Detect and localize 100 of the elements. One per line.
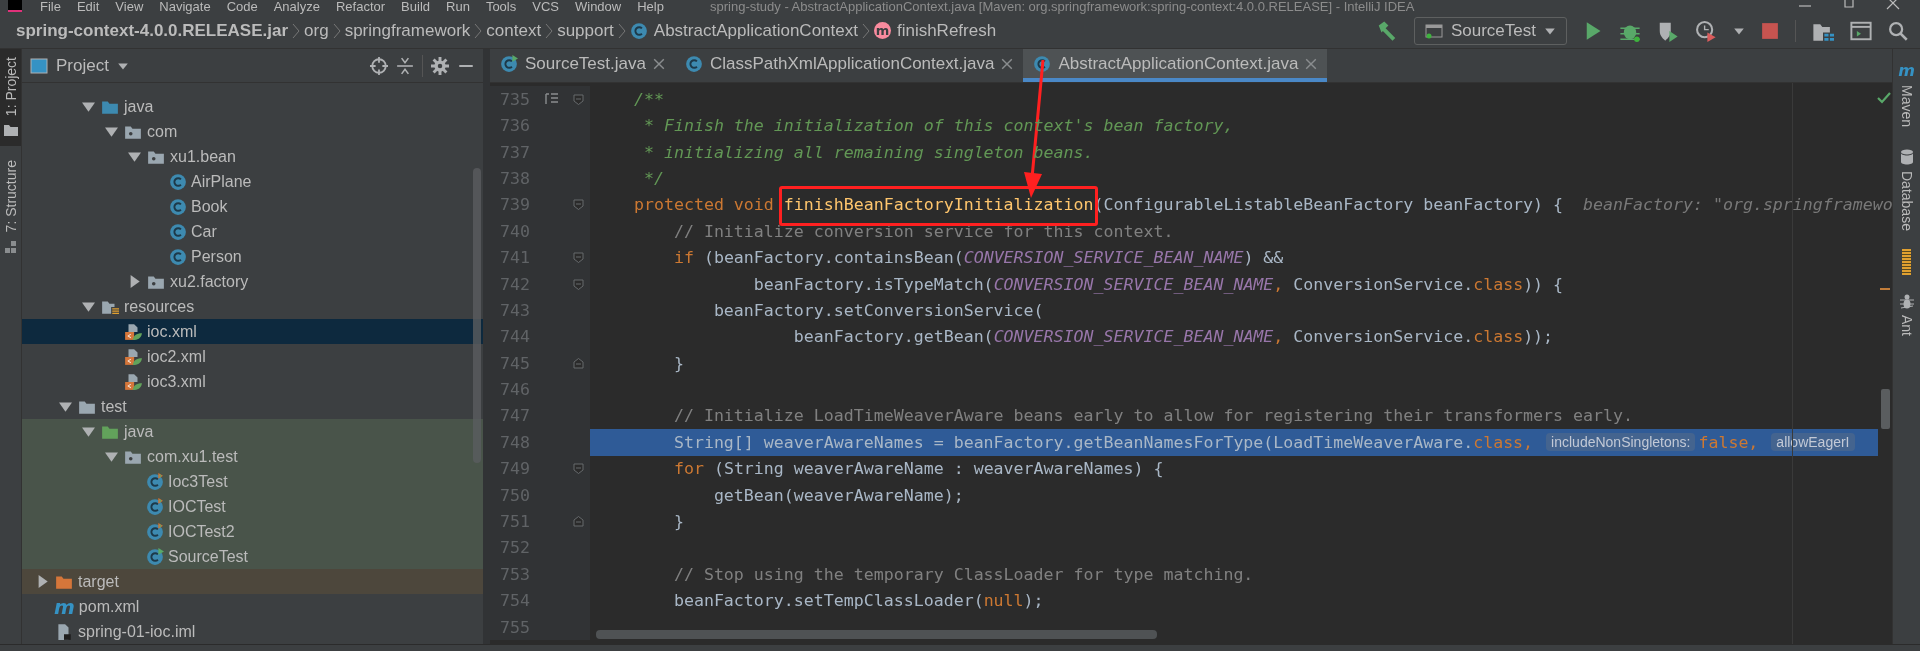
fold-icon[interactable] <box>572 93 584 105</box>
tool-window-tab[interactable]: Database <box>1893 141 1920 240</box>
fold-icon[interactable] <box>572 199 584 211</box>
editor-tab[interactable]: SourceTest.java <box>490 49 675 83</box>
breadcrumb[interactable]: AbstractApplicationContext <box>625 20 862 41</box>
tree-item[interactable]: AirPlane <box>22 169 483 195</box>
breadcrumb[interactable]: spring-context-4.0.0.RELEASE.jar <box>12 20 293 41</box>
tree-item[interactable]: Car <box>22 219 483 245</box>
menu-item[interactable]: File <box>32 0 69 14</box>
window-title: spring-study - AbstractApplicationContext.java [Maven: org.springframework:spring-context:4.0.0.RELEASE] - IntelliJ IDEA <box>709 0 1415 14</box>
fold-icon[interactable] <box>572 357 584 369</box>
folder-icon <box>2 122 19 139</box>
caret-icon[interactable] <box>127 150 141 164</box>
chevron-icon <box>545 22 554 39</box>
search-icon[interactable] <box>1888 20 1908 41</box>
caret-icon[interactable] <box>104 125 118 139</box>
code-line: /** <box>632 89 664 109</box>
tree-item[interactable]: Ioc3Test <box>22 469 483 495</box>
window-icon <box>1424 22 1443 39</box>
code-line: } <box>672 353 684 373</box>
caret-icon[interactable] <box>81 425 95 439</box>
fold-icon[interactable] <box>572 278 584 290</box>
tree-item[interactable]: java <box>22 94 483 120</box>
tree-item[interactable]: target <box>22 569 483 595</box>
menu-item[interactable]: Build <box>393 0 438 14</box>
clock-play-icon[interactable] <box>1695 19 1717 42</box>
close-icon[interactable] <box>1001 57 1014 70</box>
breadcrumb[interactable]: context <box>482 20 546 41</box>
tool-window-tab[interactable]: 7: Structure <box>0 152 21 263</box>
menu-item[interactable]: Window <box>566 0 630 14</box>
caret-icon[interactable] <box>81 300 95 314</box>
maven-icon: m <box>1898 63 1915 80</box>
menu-item[interactable]: Navigate <box>151 0 219 14</box>
tree-item[interactable]: SourceTest <box>22 544 483 570</box>
tool-window-tab[interactable]: m Maven <box>1893 55 1920 136</box>
tree-item[interactable]: spring-01-ioc.iml <box>22 619 483 645</box>
breadcrumb[interactable]: org <box>300 20 333 41</box>
tree-item[interactable]: xu2.factory <box>22 269 483 295</box>
chevron-icon <box>474 22 483 39</box>
tree-item[interactable]: com.xu1.test <box>22 444 483 470</box>
breadcrumb[interactable]: support <box>553 20 618 41</box>
stop-icon[interactable] <box>1761 21 1779 40</box>
terminal-icon[interactable] <box>1850 19 1872 42</box>
bug-icon <box>1899 293 1914 310</box>
xml-file-icon <box>123 322 143 341</box>
tree-item[interactable]: java <box>22 419 483 445</box>
tree-item[interactable]: xu1.bean <box>22 144 483 170</box>
class-icon <box>169 247 187 266</box>
tool-window-tab[interactable]: Ant <box>1893 285 1920 345</box>
tree-item[interactable]: IOCTest <box>22 494 483 520</box>
panel-icon <box>30 57 48 74</box>
code-line: if (beanFactory.containsBean(CONVERSION_SERVICE_BEAN_NAME) && <box>672 248 1284 268</box>
tree-item[interactable]: ioc2.xml <box>22 344 483 370</box>
tree-item[interactable]: resources <box>22 294 483 320</box>
caret-icon[interactable] <box>104 450 118 464</box>
menu-item[interactable]: Run <box>438 0 478 14</box>
tree-item[interactable]: IOCTest2 <box>22 519 483 545</box>
menu-item[interactable]: Analyze <box>265 0 328 14</box>
restore-icon[interactable] <box>1842 0 1856 10</box>
menu-item[interactable]: Refactor <box>327 0 394 14</box>
close-icon[interactable] <box>1305 57 1318 70</box>
menu-item[interactable]: VCS <box>524 0 567 14</box>
class-icon <box>169 197 187 216</box>
close-icon[interactable] <box>652 57 665 70</box>
code-line: for (String weaverAwareName : weaverAwareNames) { <box>672 459 1164 479</box>
class-icon <box>169 222 187 241</box>
tree-item[interactable]: Person <box>22 244 483 270</box>
menu-item[interactable]: View <box>107 0 152 14</box>
menu-item[interactable]: Edit <box>68 0 108 14</box>
scrollbar-thumb <box>1881 389 1890 430</box>
editor-tab[interactable]: ClassPathXmlApplicationContext.java <box>674 49 1024 83</box>
tree-item[interactable]: test <box>22 394 483 420</box>
fold-icon[interactable] <box>572 463 584 475</box>
menu-item[interactable]: Tools <box>477 0 525 14</box>
editor-tab[interactable]: AbstractApplicationContext.java <box>1023 49 1328 83</box>
breadcrumb[interactable]: m finishRefresh <box>869 20 1001 41</box>
caret-icon[interactable] <box>81 100 95 114</box>
class-icon <box>146 522 164 541</box>
fold-icon[interactable] <box>572 252 584 264</box>
panel-title-dropdown[interactable]: Project <box>30 55 129 76</box>
menu-item[interactable]: Help <box>629 0 672 14</box>
run-config-dropdown[interactable]: SourceTest <box>1413 16 1567 45</box>
fold-icon[interactable] <box>572 516 584 528</box>
settings-icon[interactable] <box>431 56 449 75</box>
rendered-view-icon[interactable] <box>545 92 559 107</box>
chevron-icon <box>861 22 870 39</box>
tree-item[interactable]: com <box>22 119 483 145</box>
caret-icon[interactable] <box>58 400 72 414</box>
code-line: beanFactory.setConversionService( <box>712 300 1044 320</box>
tree-item[interactable]: ioc.xml <box>22 319 483 345</box>
crosshair-icon[interactable] <box>370 56 388 75</box>
collapse-icon[interactable] <box>396 56 414 75</box>
chevron-icon <box>292 22 301 39</box>
breadcrumb[interactable]: springframework <box>340 20 475 41</box>
close-icon[interactable] <box>1886 0 1900 10</box>
menu-item[interactable]: Code <box>218 0 266 14</box>
tree-item[interactable]: Book <box>22 194 483 220</box>
tool-window-tab[interactable]: 1: Project <box>0 49 21 147</box>
tree-item[interactable]: ioc3.xml <box>22 369 483 395</box>
class-icon <box>146 547 164 566</box>
